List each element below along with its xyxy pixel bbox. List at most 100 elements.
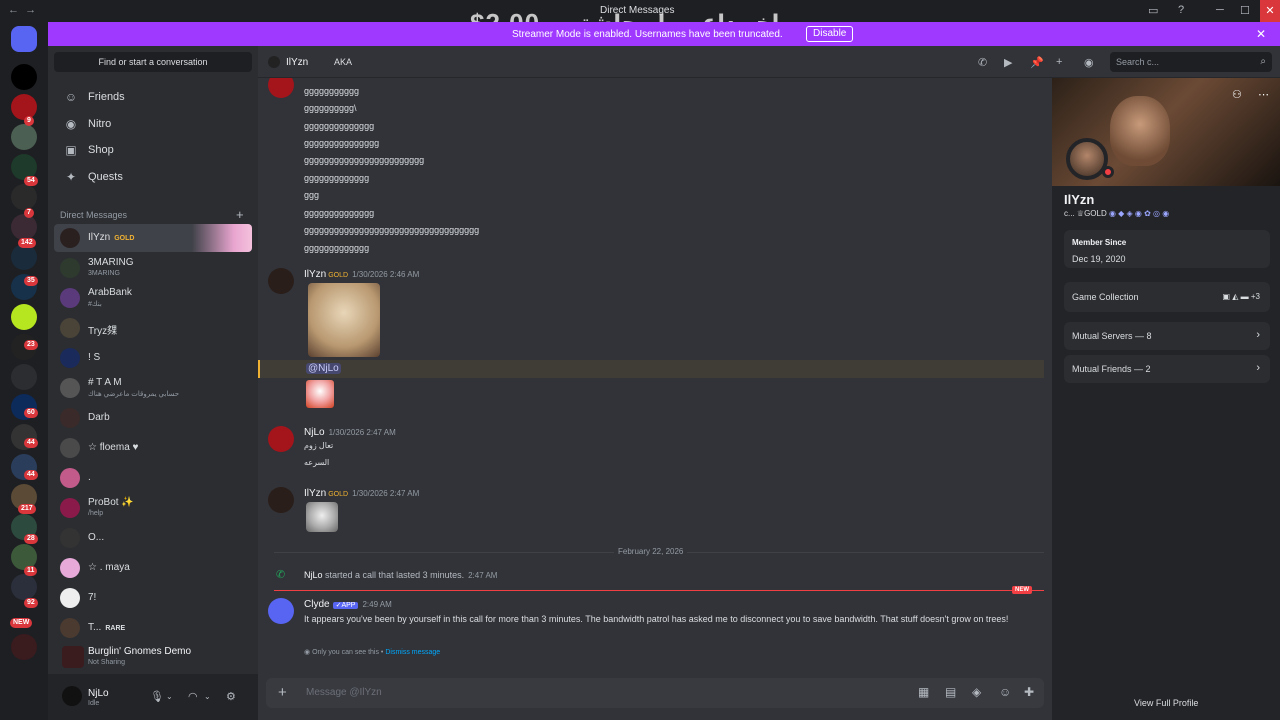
user-profile-icon[interactable]: ◉ bbox=[1084, 56, 1094, 69]
settings-gear-icon[interactable]: ⚙ bbox=[226, 690, 236, 703]
dm-item[interactable]: 3MARING 3MARING bbox=[54, 254, 252, 282]
add-attachment-icon[interactable]: + bbox=[278, 684, 287, 701]
find-conversation-button[interactable]: Find or start a conversation bbox=[54, 52, 252, 72]
dm-item[interactable]: . bbox=[54, 464, 252, 492]
add-friend-icon[interactable]: ⚇ bbox=[1232, 88, 1242, 101]
dm-status: حسابي يمروقات ماعرضي هناك bbox=[88, 391, 180, 398]
server-icon[interactable] bbox=[11, 214, 37, 240]
dm-item[interactable]: ☆ . maya bbox=[54, 554, 252, 582]
gift-icon[interactable]: ▦ bbox=[918, 685, 929, 699]
search-icon: ⌕ bbox=[1260, 56, 1266, 67]
server-icon[interactable] bbox=[11, 634, 37, 660]
message-header: IlYzn GOLD 1/30/2026 2:47 AM bbox=[304, 488, 419, 499]
profile-name: IlYzn bbox=[1064, 192, 1095, 207]
server-icon[interactable] bbox=[11, 64, 37, 90]
dm-name: ☆ . maya bbox=[88, 562, 130, 573]
cat-image[interactable] bbox=[308, 283, 380, 357]
dm-name: Tryz㚌 bbox=[88, 326, 118, 337]
nav-quests[interactable]: ✦ Quests bbox=[56, 165, 250, 189]
server-icon[interactable] bbox=[11, 94, 37, 120]
avatar[interactable] bbox=[268, 426, 294, 452]
dm-item[interactable]: Darb bbox=[54, 404, 252, 432]
message-line: ggggggggggggggg bbox=[304, 138, 380, 148]
streamer-mode-banner: Streamer Mode is enabled. Usernames have… bbox=[48, 22, 1280, 46]
view-full-profile-link[interactable]: View Full Profile bbox=[1134, 698, 1198, 708]
user-status: Idle bbox=[88, 700, 100, 707]
back-arrow-icon[interactable]: ← bbox=[8, 4, 19, 16]
gif-icon[interactable]: ▤ bbox=[945, 685, 956, 699]
author-name[interactable]: IlYzn bbox=[304, 269, 326, 280]
more-options-icon[interactable]: ⋯ bbox=[1258, 88, 1269, 101]
emoji-icon[interactable]: ☺ bbox=[999, 685, 1011, 699]
author-name[interactable]: NjLo bbox=[304, 570, 323, 580]
avatar bbox=[60, 468, 80, 488]
dm-item[interactable]: # T A M حسابي يمروقات ماعرضي هناك bbox=[54, 374, 252, 402]
voice-call-icon[interactable]: ✆ bbox=[978, 56, 987, 69]
author-name[interactable]: Clyde bbox=[304, 599, 330, 610]
dm-name: ! S bbox=[88, 352, 101, 363]
banner-close-icon[interactable]: ✕ bbox=[1256, 27, 1266, 41]
video-call-icon[interactable]: ▶ bbox=[1004, 56, 1012, 69]
help-icon[interactable]: ? bbox=[1178, 4, 1184, 16]
profile-decoration bbox=[192, 224, 252, 252]
server-icon[interactable] bbox=[11, 304, 37, 330]
message-composer[interactable]: + Message @IlYzn ▦ ▤ ◈ ☺ ✚ bbox=[266, 678, 1044, 708]
search-input[interactable]: Search c... ⌕ bbox=[1110, 52, 1272, 72]
create-dm-icon[interactable]: + bbox=[236, 207, 244, 222]
clyde-avatar[interactable] bbox=[268, 598, 294, 624]
disable-button[interactable]: Disable bbox=[806, 26, 854, 42]
dm-item[interactable]: ☆ floema ♥ bbox=[54, 434, 252, 462]
microphone-icon[interactable]: 🎙 bbox=[150, 690, 164, 703]
maximize-icon[interactable]: ☐ bbox=[1240, 4, 1250, 17]
inbox-icon[interactable]: ▭ bbox=[1148, 4, 1158, 17]
chevron-down-icon[interactable]: ⌄ bbox=[204, 692, 211, 701]
badge-icons[interactable]: ◉ ◆ ◈ ◉ ✿ ◎ ◉ bbox=[1109, 209, 1169, 218]
dm-item[interactable]: ProBot ✨ /help bbox=[54, 494, 252, 522]
chevron-down-icon[interactable]: ⌄ bbox=[166, 692, 173, 701]
cat-sticker[interactable] bbox=[306, 502, 338, 532]
author-name[interactable]: NjLo bbox=[304, 427, 325, 438]
mutual-friends-label: Mutual Friends — 2 bbox=[1072, 364, 1151, 374]
user-avatar[interactable] bbox=[62, 686, 82, 706]
apps-icon[interactable]: ✚ bbox=[1024, 685, 1034, 699]
minimize-icon[interactable]: ─ bbox=[1216, 4, 1224, 16]
dm-item[interactable]: ! S bbox=[54, 344, 252, 372]
game-collection-label: Game Collection bbox=[1072, 292, 1139, 302]
close-window-icon[interactable]: ✕ bbox=[1260, 0, 1280, 22]
forward-arrow-icon[interactable]: → bbox=[25, 4, 36, 16]
dm-item[interactable]: ArabBank #بنك bbox=[54, 284, 252, 312]
call-text: started a call that lasted 3 minutes. bbox=[325, 570, 465, 580]
discord-home-icon[interactable] bbox=[11, 26, 37, 52]
avatar bbox=[60, 618, 80, 638]
nav-arrows[interactable]: ← → bbox=[8, 4, 36, 16]
avatar[interactable] bbox=[268, 268, 294, 294]
server-icon[interactable] bbox=[11, 574, 37, 600]
sticker-icon[interactable]: ◈ bbox=[972, 685, 981, 699]
app-tag: ✓APP bbox=[332, 602, 359, 609]
dismiss-message-link[interactable]: Dismiss message bbox=[385, 649, 440, 656]
dm-item[interactable]: IlYzn GOLD bbox=[54, 224, 252, 252]
dm-item[interactable]: 7! bbox=[54, 584, 252, 612]
nav-nitro[interactable]: ◉ Nitro bbox=[56, 112, 250, 136]
folder-icon[interactable] bbox=[11, 364, 37, 390]
server-icon[interactable] bbox=[11, 124, 37, 150]
dm-item[interactable]: Tryz㚌 bbox=[54, 314, 252, 342]
aka-label[interactable]: AKA bbox=[334, 57, 352, 67]
pin-icon[interactable]: 📌 bbox=[1030, 56, 1044, 69]
message-input[interactable]: Message @IlYzn bbox=[306, 687, 382, 698]
nav-shop[interactable]: ▣ Shop bbox=[56, 138, 250, 162]
dm-item[interactable]: T... RARE bbox=[54, 614, 252, 642]
mutual-friends-card[interactable]: Mutual Friends — 2 › bbox=[1064, 355, 1270, 383]
dm-item[interactable]: O... bbox=[54, 524, 252, 552]
mutual-servers-card[interactable]: Mutual Servers — 8 › bbox=[1064, 322, 1270, 350]
anime-sticker[interactable] bbox=[306, 380, 334, 408]
unread-badge: 9 bbox=[24, 116, 34, 126]
user-mention[interactable]: @NjLo bbox=[306, 363, 341, 374]
server-icon[interactable] bbox=[11, 184, 37, 210]
add-friends-icon[interactable]: + bbox=[1056, 56, 1062, 68]
author-name[interactable]: IlYzn bbox=[304, 488, 326, 499]
game-collection-card[interactable]: Game Collection ▣ ◭ ▬ +3 bbox=[1064, 282, 1270, 312]
nav-friends[interactable]: ☺ Friends bbox=[56, 85, 250, 109]
headphones-icon[interactable]: ◠ bbox=[188, 690, 198, 703]
avatar[interactable] bbox=[268, 487, 294, 513]
